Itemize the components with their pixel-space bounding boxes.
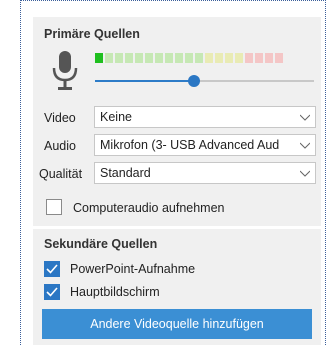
secondary-sources-title: Sekundäre Quellen bbox=[44, 237, 158, 251]
meter-segment bbox=[165, 53, 173, 63]
video-label: Video bbox=[44, 111, 76, 125]
meter-segment bbox=[115, 53, 123, 63]
powerpoint-checkbox[interactable] bbox=[44, 261, 60, 277]
meter-segment bbox=[275, 53, 283, 63]
main-screen-checkbox[interactable] bbox=[44, 284, 60, 300]
meter-segment bbox=[235, 53, 243, 63]
volume-slider-thumb[interactable] bbox=[188, 75, 200, 87]
primary-sources-title: Primäre Quellen bbox=[44, 27, 140, 41]
computer-audio-checkbox[interactable] bbox=[46, 199, 62, 215]
audio-label: Audio bbox=[44, 139, 76, 153]
audio-level-meter bbox=[95, 53, 283, 63]
volume-slider-fill bbox=[95, 80, 194, 82]
primary-sources-panel: Primäre Quellen Video Keine Audio Mikrof… bbox=[33, 17, 321, 226]
meter-segment bbox=[205, 53, 213, 63]
meter-segment bbox=[185, 53, 193, 63]
chevron-down-icon bbox=[300, 170, 310, 177]
meter-segment bbox=[135, 53, 143, 63]
video-select-value: Keine bbox=[100, 110, 132, 124]
quality-select-value: Standard bbox=[100, 166, 151, 180]
meter-segment bbox=[225, 53, 233, 63]
meter-segment bbox=[245, 53, 253, 63]
quality-label: Qualität bbox=[39, 167, 83, 181]
computer-audio-label: Computeraudio aufnehmen bbox=[73, 201, 225, 215]
check-icon bbox=[46, 264, 58, 274]
secondary-sources-panel: Sekundäre Quellen PowerPoint-Aufnahme Ha… bbox=[33, 229, 321, 345]
meter-segment bbox=[255, 53, 263, 63]
add-video-source-button[interactable]: Andere Videoquelle hinzufügen bbox=[42, 309, 312, 339]
meter-segment bbox=[215, 53, 223, 63]
audio-select-value: Mikrofon (3- USB Advanced Aud bbox=[100, 138, 280, 152]
check-icon bbox=[46, 287, 58, 297]
chevron-down-icon bbox=[300, 140, 310, 150]
meter-segment bbox=[145, 53, 153, 63]
meter-segment bbox=[95, 53, 103, 63]
powerpoint-label: PowerPoint-Aufnahme bbox=[70, 262, 196, 276]
meter-segment bbox=[175, 53, 183, 63]
meter-segment bbox=[125, 53, 133, 63]
volume-slider[interactable] bbox=[95, 75, 314, 87]
audio-select[interactable]: Mikrofon (3- USB Advanced Aud bbox=[94, 134, 316, 156]
video-select[interactable]: Keine bbox=[94, 106, 316, 128]
meter-segment bbox=[265, 53, 273, 63]
microphone-icon bbox=[52, 51, 78, 90]
chevron-down-icon bbox=[300, 114, 310, 121]
meter-segment bbox=[155, 53, 163, 63]
quality-select[interactable]: Standard bbox=[94, 162, 316, 184]
main-screen-label: Hauptbildschirm bbox=[70, 285, 160, 299]
meter-segment bbox=[195, 53, 203, 63]
meter-segment bbox=[105, 53, 113, 63]
